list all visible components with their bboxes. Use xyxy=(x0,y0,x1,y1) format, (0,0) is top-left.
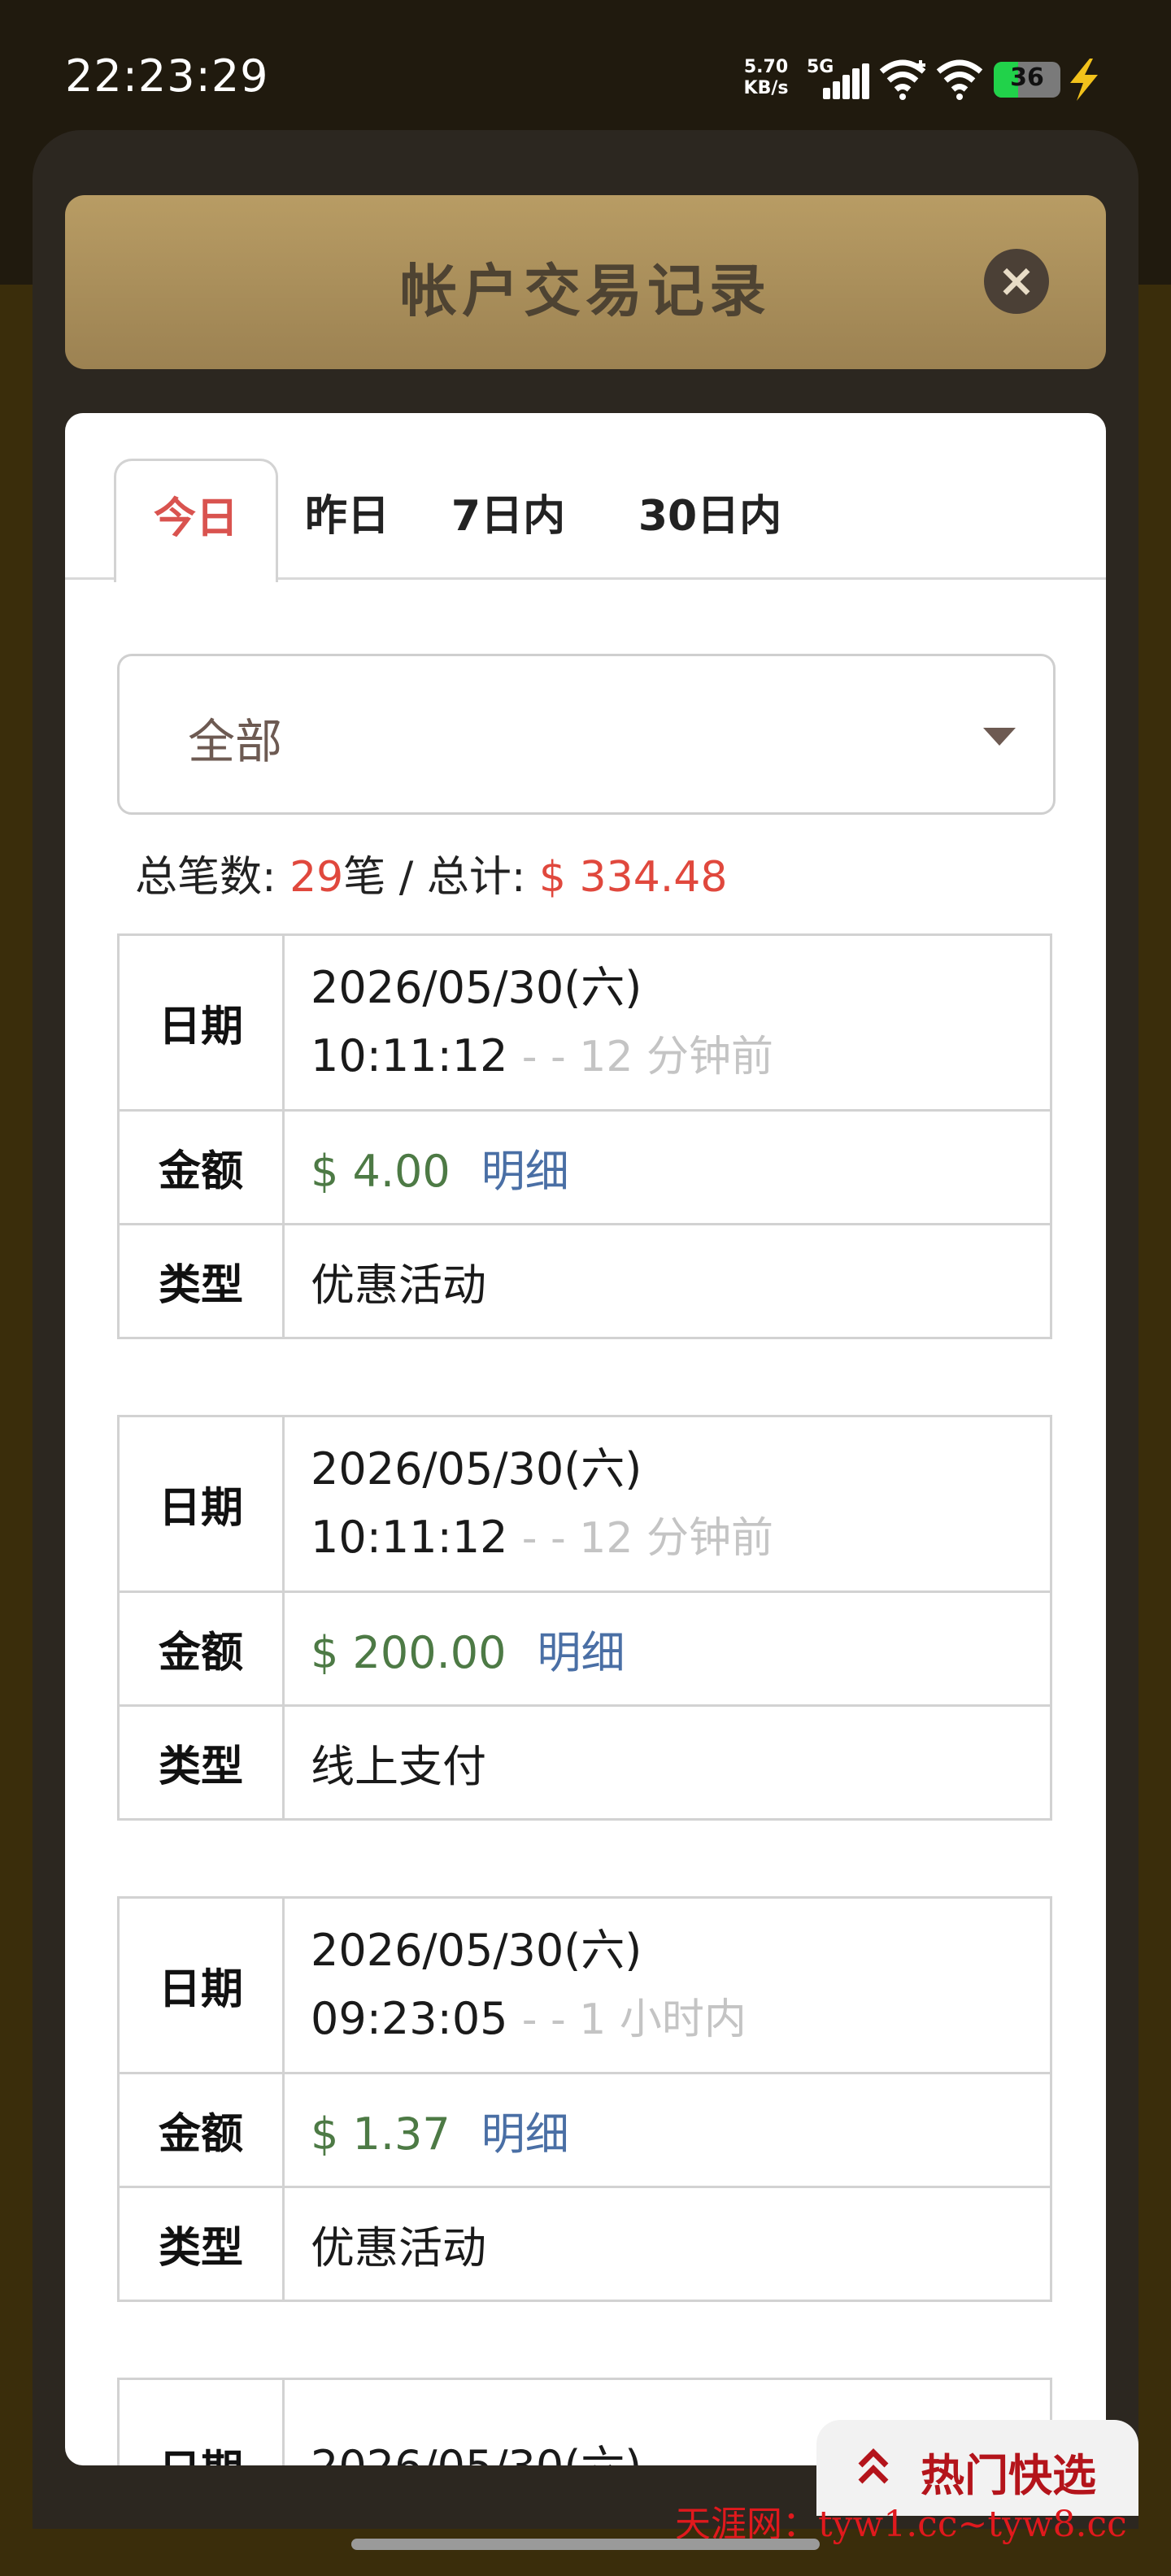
type-filter-value: 全部 xyxy=(188,714,283,769)
total-label: 总计: xyxy=(426,853,526,902)
record-ago: - - 12 分钟前 xyxy=(521,1033,773,1081)
date-label: 日期 xyxy=(117,2378,285,2465)
record-type: 优惠活动 xyxy=(282,2186,1052,2302)
network-speed-value: 5.70 xyxy=(743,57,789,77)
type-label: 类型 xyxy=(117,1223,285,1339)
tab-yesterday[interactable]: 昨日 xyxy=(278,459,416,577)
cell-signal-icon xyxy=(823,63,869,99)
record-date: 2026/05/30(六) xyxy=(311,1925,642,1976)
date-label: 日期 xyxy=(117,1415,285,1593)
double-chevron-up-icon xyxy=(858,2448,889,2484)
wifi-icon-secondary xyxy=(936,59,983,100)
record-time: 10:11:12 xyxy=(311,1030,508,1081)
close-button[interactable]: × xyxy=(984,249,1049,314)
date-label: 日期 xyxy=(117,1896,285,2074)
record-ago: - - 12 分钟前 xyxy=(521,1514,773,1563)
date-label: 日期 xyxy=(117,933,285,1112)
amount-label: 金额 xyxy=(117,1109,285,1225)
record-type: 优惠活动 xyxy=(282,1223,1052,1339)
chevron-down-icon xyxy=(983,728,1016,746)
total-value: $ 334.48 xyxy=(538,853,728,902)
clock: 22:23:29 xyxy=(65,50,269,102)
count-label: 总笔数: xyxy=(135,853,276,902)
record-amount: $ 4.00 xyxy=(311,1146,451,1197)
count-value: 29 xyxy=(289,853,344,902)
record-date: 2026/05/30(六) xyxy=(311,1443,642,1495)
record-time: 10:11:12 xyxy=(311,1512,508,1563)
amount-label: 金额 xyxy=(117,1590,285,1707)
wifi-icon xyxy=(879,59,926,100)
record-type: 线上支付 xyxy=(282,1704,1052,1821)
period-tabs: 今日 昨日 7日内 30日内 xyxy=(65,413,1106,582)
tab-7-days[interactable]: 7日内 xyxy=(439,459,577,577)
modal-header: 帐户交易记录 × xyxy=(65,195,1106,369)
tab-30-days[interactable]: 30日内 xyxy=(625,459,795,577)
summary-line: 总笔数: 29笔 / 总计: $ 334.48 xyxy=(135,842,727,903)
record-date: 2026/05/30(六) xyxy=(311,962,642,1013)
battery-icon: 36 xyxy=(994,62,1060,98)
summary-separator: / xyxy=(398,853,414,902)
record-time: 09:23:05 xyxy=(311,1993,508,2044)
detail-link[interactable]: 明细 xyxy=(481,2108,569,2160)
tab-today[interactable]: 今日 xyxy=(114,459,278,582)
type-label: 类型 xyxy=(117,1704,285,1821)
type-label: 类型 xyxy=(117,2186,285,2302)
transaction-record: 日期 2026/05/30(六) 10:11:12 - - 12 分钟前 金额 … xyxy=(117,1415,1052,1821)
record-amount: $ 200.00 xyxy=(311,1627,507,1678)
detail-link[interactable]: 明细 xyxy=(481,1146,569,1197)
transaction-panel: 今日 昨日 7日内 30日内 全部 总笔数: 29笔 / 总计: $ 334.4… xyxy=(65,413,1106,2465)
network-speed: 5.70 KB/s xyxy=(740,57,792,99)
battery-percent: 36 xyxy=(1010,63,1044,92)
record-amount: $ 1.37 xyxy=(311,2108,451,2160)
transaction-record: 日期 2026/05/30(六) 10:11:12 - - 12 分钟前 金额 … xyxy=(117,933,1052,1339)
type-filter-select[interactable]: 全部 xyxy=(117,654,1056,815)
count-unit: 笔 xyxy=(343,853,386,902)
record-ago: - - 1 小时内 xyxy=(521,1995,747,2044)
charging-bolt-icon xyxy=(1070,59,1098,101)
transaction-record: 日期 2026/05/30(六) 09:23:05 - - 1 小时内 金额 $… xyxy=(117,1896,1052,2302)
gesture-bar[interactable] xyxy=(351,2539,820,2550)
amount-label: 金额 xyxy=(117,2072,285,2188)
network-speed-unit: KB/s xyxy=(743,78,789,98)
detail-link[interactable]: 明细 xyxy=(537,1627,625,1678)
modal-title: 帐户交易记录 xyxy=(400,258,771,324)
